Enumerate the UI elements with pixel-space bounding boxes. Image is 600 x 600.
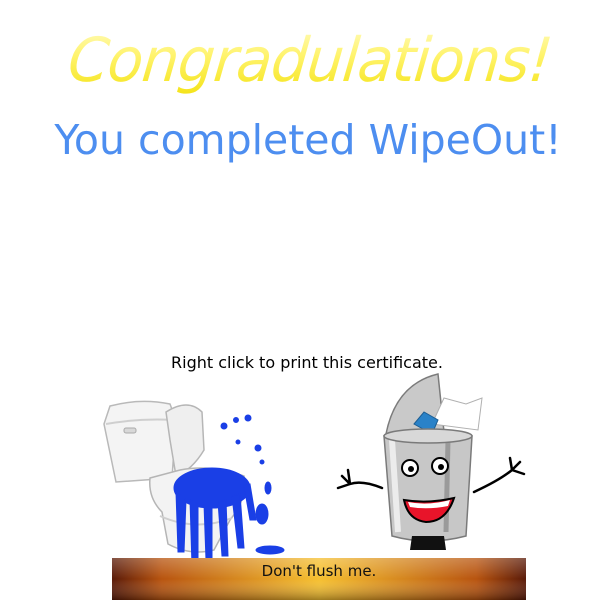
completion-subheading: You completed WipeOut! [54, 116, 562, 164]
trash-can-character-icon [336, 373, 526, 550]
congratulations-heading: Congradulations! [0, 24, 600, 95]
plaque-label: Don't flush me. [261, 562, 377, 580]
